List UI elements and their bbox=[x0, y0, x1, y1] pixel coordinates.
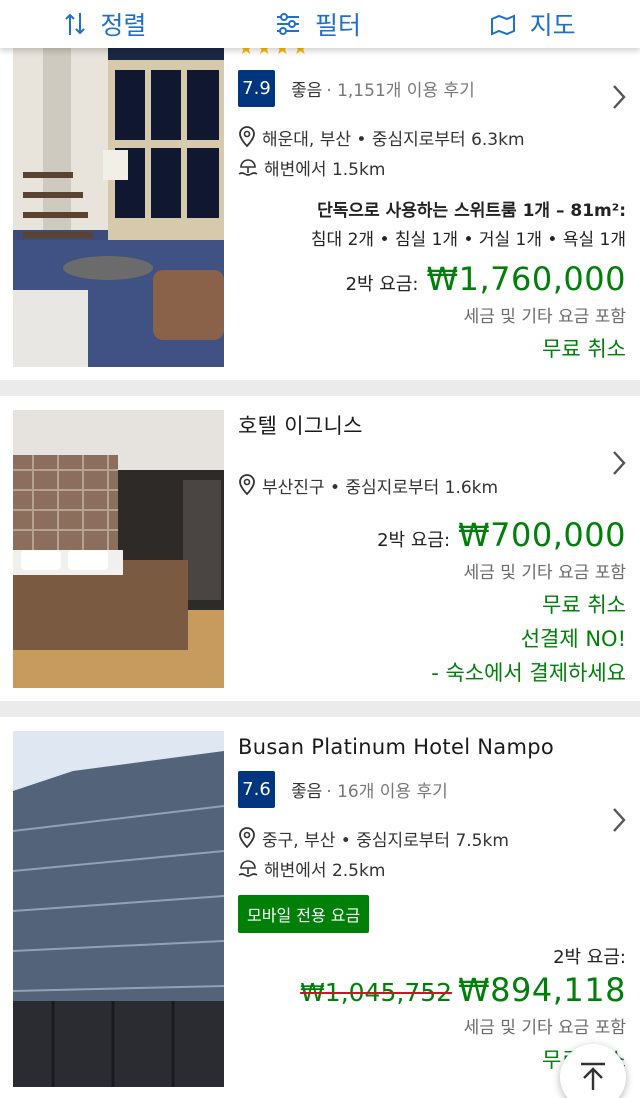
sort-button[interactable]: 정렬 bbox=[64, 0, 146, 48]
location-row: 부산진구 • 중심지로부터 1.6km bbox=[238, 470, 626, 500]
beach-row: 해변에서 1.5km bbox=[238, 152, 626, 182]
location-pin-icon bbox=[239, 474, 255, 496]
sort-filter-map-toolbar: 정렬 필터 지도 bbox=[0, 0, 640, 48]
beach-row: 해변에서 2.5km bbox=[238, 853, 626, 883]
price-label: 2박 요금: bbox=[345, 274, 419, 295]
hotel-card-3[interactable]: Busan Platinum Hotel Nampo 7.6 좋음 · 16개 … bbox=[0, 717, 640, 1098]
hotel-photo-1 bbox=[13, 0, 224, 367]
location-text: 부산진구 • 중심지로부터 1.6km bbox=[262, 477, 499, 498]
no-prepayment: 선결제 NO! bbox=[520, 627, 626, 651]
location-pin-icon bbox=[239, 126, 255, 148]
price: ₩1,760,000 bbox=[426, 260, 626, 298]
hotel-name: Busan Platinum Hotel Nampo bbox=[238, 735, 555, 759]
map-label: 지도 bbox=[529, 11, 576, 40]
location-pin-icon bbox=[239, 827, 255, 849]
chevron-right-icon[interactable] bbox=[612, 84, 626, 110]
chevron-right-icon[interactable] bbox=[612, 450, 626, 476]
review-count: · 1,151개 이용 후기 bbox=[326, 80, 475, 101]
location-text: 중구, 부산 • 중심지로부터 7.5km bbox=[262, 830, 509, 851]
filter-icon bbox=[276, 13, 299, 35]
beach-icon bbox=[238, 860, 258, 877]
review-score-badge: 7.6 bbox=[238, 770, 275, 808]
location-row: 해운대, 부산 • 중심지로부터 6.3km bbox=[238, 122, 626, 152]
hotel-card-2[interactable]: 호텔 이그니스 부산진구 • 중심지로부터 1.6km 2박 요금: ₩700,… bbox=[0, 396, 640, 701]
filter-label: 필터 bbox=[314, 11, 361, 40]
beach-distance: 해변에서 2.5km bbox=[264, 860, 386, 881]
review-score-badge: 7.9 bbox=[238, 69, 275, 107]
rating-word: 좋음 bbox=[291, 781, 323, 802]
hotel-info-2: 호텔 이그니스 부산진구 • 중심지로부터 1.6km 2박 요금: ₩700,… bbox=[238, 410, 626, 687]
free-cancel: 무료 취소 bbox=[542, 593, 626, 617]
rating-row: 7.9 좋음 · 1,151개 이용 후기 bbox=[238, 68, 626, 108]
chevron-right-icon[interactable] bbox=[612, 807, 626, 833]
room-title: 단독으로 사용하는 스위트룸 1개 – 81m²: bbox=[317, 201, 626, 221]
sort-icon bbox=[65, 13, 86, 35]
pay-at-property: - 숙소에서 결제하세요 bbox=[431, 661, 626, 685]
rating-word: 좋음 bbox=[291, 80, 323, 101]
price-label: 2박 요금: bbox=[377, 530, 451, 551]
original-price: ₩1,045,752 bbox=[300, 978, 453, 1007]
hotel-info-1: 7.9 좋음 · 1,151개 이용 후기 해운대, 부산 • 중심지로부터 6… bbox=[238, 68, 626, 363]
free-cancel: 무료 취소 bbox=[542, 337, 626, 361]
sort-label: 정렬 bbox=[100, 11, 147, 40]
hotel-photo-3 bbox=[13, 731, 224, 1087]
hotel-name: 호텔 이그니스 bbox=[238, 414, 363, 438]
beach-distance: 해변에서 1.5km bbox=[264, 159, 386, 180]
filter-button[interactable]: 필터 bbox=[275, 0, 361, 48]
hotel-card-1[interactable]: ★★★★ 7.9 좋음 · 1,151개 이용 후기 해운대, 부산 • 중심지… bbox=[0, 0, 640, 380]
tax-note: 세금 및 기타 요금 포함 bbox=[463, 307, 626, 327]
location-row: 중구, 부산 • 중심지로부터 7.5km bbox=[238, 823, 626, 853]
price-row: 2박 요금: ₩1,760,000 bbox=[238, 260, 626, 298]
tax-note: 세금 및 기타 요금 포함 bbox=[463, 563, 626, 583]
map-pin-icon bbox=[490, 14, 515, 36]
map-button[interactable]: 지도 bbox=[490, 0, 576, 48]
location-text: 해운대, 부산 • 중심지로부터 6.3km bbox=[262, 129, 525, 150]
price: ₩894,118 bbox=[458, 971, 626, 1009]
mobile-only-rate-badge: 모바일 전용 요금 bbox=[238, 895, 370, 933]
price-label: 2박 요금: bbox=[553, 947, 626, 968]
hotel-photo-2 bbox=[13, 410, 224, 688]
price-row: ₩1,045,752 ₩894,118 bbox=[238, 971, 626, 1009]
rating-row: 7.6 좋음 · 16개 이용 후기 bbox=[238, 769, 626, 809]
arrow-up-icon bbox=[581, 1062, 605, 1090]
price-row: 2박 요금: ₩700,000 bbox=[238, 516, 626, 554]
tax-note: 세금 및 기타 요금 포함 bbox=[463, 1018, 626, 1038]
beach-icon bbox=[238, 159, 258, 176]
price: ₩700,000 bbox=[458, 516, 626, 554]
hotel-info-3: Busan Platinum Hotel Nampo 7.6 좋음 · 16개 … bbox=[238, 735, 626, 1074]
room-detail: 침대 2개 • 침실 1개 • 거실 1개 • 욕실 1개 bbox=[310, 230, 626, 250]
review-count: · 16개 이용 후기 bbox=[326, 781, 448, 802]
